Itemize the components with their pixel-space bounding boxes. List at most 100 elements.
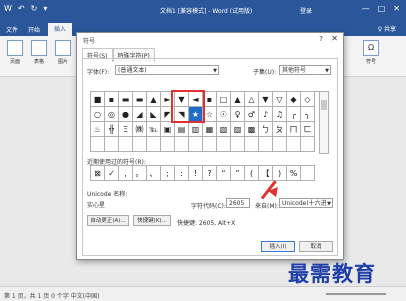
symbol-cell[interactable]: ╮ — [301, 107, 315, 122]
symbol-cell[interactable]: ☉ — [217, 107, 231, 122]
symbol-cell[interactable]: ▩ — [245, 122, 259, 137]
symbol-cell[interactable]: ◇ — [301, 92, 315, 107]
symbol-cell[interactable]: ♫ — [273, 107, 287, 122]
symbol-cell[interactable]: ● — [119, 107, 133, 122]
symbol-cell[interactable]: ▬ — [133, 92, 147, 107]
symbol-cell[interactable]: ♀ — [231, 107, 245, 122]
symbol-cell[interactable] — [189, 137, 203, 152]
recent-symbol-cell[interactable]: 、 — [147, 166, 161, 181]
char-code-input[interactable]: 2605 — [226, 198, 250, 208]
symbol-cell[interactable]: ○ — [91, 107, 105, 122]
symbol-cell[interactable] — [301, 137, 315, 152]
symbol-cell[interactable]: ♂ — [245, 107, 259, 122]
close-icon[interactable]: ✕ — [331, 34, 338, 43]
ribbon-group-table[interactable]: 表格 — [30, 40, 48, 65]
symbol-cell[interactable]: ▽ — [273, 92, 287, 107]
symbol-cell[interactable] — [259, 137, 273, 152]
shortcut-key-button[interactable]: 快捷键(K)... — [133, 215, 171, 226]
symbol-cell[interactable]: ▣ — [161, 122, 175, 137]
minimize-icon[interactable]: — — [362, 4, 370, 13]
symbol-cell[interactable]: ▤ — [175, 122, 189, 137]
symbol-cell[interactable]: □ — [217, 92, 231, 107]
maximize-icon[interactable]: □ — [378, 4, 386, 13]
symbol-cell[interactable] — [245, 137, 259, 152]
insert-button[interactable]: 插入(I) — [261, 241, 295, 252]
symbol-cell[interactable]: ╭ — [287, 107, 301, 122]
recent-symbol-cell[interactable]: ? — [203, 166, 217, 181]
symbol-cell[interactable] — [231, 137, 245, 152]
cancel-button[interactable]: 取消 — [299, 241, 333, 252]
help-icon[interactable]: ? — [319, 35, 323, 43]
symbol-cell[interactable]: ▼ — [259, 92, 273, 107]
symbol-cell[interactable]: △ — [245, 92, 259, 107]
symbol-grid-scrollbar[interactable] — [319, 91, 329, 154]
symbol-cell[interactable]: ▨ — [231, 122, 245, 137]
recent-symbol-cell[interactable]: 【 — [259, 166, 273, 181]
autocorrect-button[interactable]: 自动更正(A)... — [87, 215, 129, 226]
recent-symbol-cell[interactable]: ) — [273, 166, 287, 181]
tab-file[interactable]: 文件 — [6, 25, 18, 34]
symbol-cell[interactable]: ▥ — [189, 122, 203, 137]
symbol-cell[interactable] — [287, 137, 301, 152]
symbol-cell[interactable]: ▧ — [217, 122, 231, 137]
symbol-cell[interactable] — [273, 137, 287, 152]
share-button[interactable]: ♀ 共享 — [378, 24, 396, 33]
symbol-cell[interactable]: ◢ — [133, 107, 147, 122]
symbol-cell[interactable] — [217, 137, 231, 152]
undo-icon[interactable]: ↶ — [18, 4, 25, 13]
symbol-cell[interactable]: ▪ — [203, 92, 217, 107]
zoom-slider[interactable] — [326, 293, 386, 295]
close-icon[interactable]: ✕ — [393, 4, 400, 13]
symbol-cell[interactable]: ▦ — [203, 122, 217, 137]
symbol-cell[interactable]: ▲ — [147, 92, 161, 107]
scrollbar-thumb[interactable] — [321, 100, 327, 110]
symbol-cell[interactable] — [105, 137, 119, 152]
ribbon-group-pages[interactable]: 页面 — [6, 40, 24, 65]
recent-symbol-cell[interactable]: ! — [189, 166, 203, 181]
recent-symbol-cell[interactable]: 。 — [133, 166, 147, 181]
symbol-cell[interactable] — [161, 137, 175, 152]
redo-icon[interactable]: ↻ — [31, 4, 38, 13]
symbol-cell[interactable]: ♨ — [91, 122, 105, 137]
symbol-cell[interactable]: ◎ — [105, 107, 119, 122]
recent-symbol-cell[interactable]: : — [175, 166, 189, 181]
recent-symbol-cell[interactable]: , — [119, 166, 133, 181]
symbol-cell[interactable]: ㈱ — [133, 122, 147, 137]
symbol-cell[interactable]: ■ — [91, 92, 105, 107]
symbol-cell[interactable]: ▪ — [105, 92, 119, 107]
symbol-cell[interactable] — [147, 137, 161, 152]
recent-symbol-cell[interactable]: % — [287, 166, 301, 181]
subset-select[interactable]: 其他符号 ▼ — [279, 65, 331, 75]
login-link[interactable]: 登录 — [300, 6, 312, 15]
symbol-cell[interactable]: ㄈ — [301, 122, 315, 137]
symbol-cell[interactable]: ▲ — [231, 92, 245, 107]
recent-symbol-cell[interactable]: ⊠ — [91, 166, 105, 181]
ribbon-group-picture[interactable]: 图片 — [54, 40, 72, 65]
symbol-cell[interactable] — [175, 137, 189, 152]
symbol-cell[interactable]: ㄇ — [287, 122, 301, 137]
symbol-cell[interactable] — [119, 137, 133, 152]
recent-symbol-cell[interactable]: “ — [217, 166, 231, 181]
symbol-cell[interactable]: ☆ — [203, 107, 217, 122]
symbol-cell[interactable]: ◆ — [287, 92, 301, 107]
from-select[interactable]: Unicode(十六进 ▼ — [279, 198, 333, 208]
ribbon-group-symbol[interactable]: Ω 符号 — [362, 40, 380, 65]
tab-home[interactable]: 开始 — [28, 25, 40, 34]
symbol-cell[interactable]: ♪ — [259, 107, 273, 122]
tab-insert[interactable]: 插入 — [48, 23, 73, 37]
customize-icon[interactable]: ▾ — [43, 4, 47, 13]
recent-symbol-cell[interactable]: ( — [245, 166, 259, 181]
recent-symbol-cell[interactable]: ; — [161, 166, 175, 181]
symbol-cell[interactable]: ◣ — [147, 107, 161, 122]
font-select[interactable]: (普通文本) ▼ — [115, 65, 219, 75]
symbol-cell[interactable]: ▬ — [119, 92, 133, 107]
recent-symbol-cell[interactable]: ” — [231, 166, 245, 181]
symbol-cell[interactable]: ℡ — [147, 122, 161, 137]
symbol-cell[interactable] — [91, 137, 105, 152]
recent-symbol-cell[interactable]: ✓ — [105, 166, 119, 181]
recent-symbol-cell[interactable] — [301, 166, 315, 181]
symbol-cell[interactable]: ㄆ — [273, 122, 287, 137]
symbol-cell[interactable] — [133, 137, 147, 152]
symbol-cell[interactable]: ╬ — [105, 122, 119, 137]
symbol-cell[interactable]: Ξ — [119, 122, 133, 137]
